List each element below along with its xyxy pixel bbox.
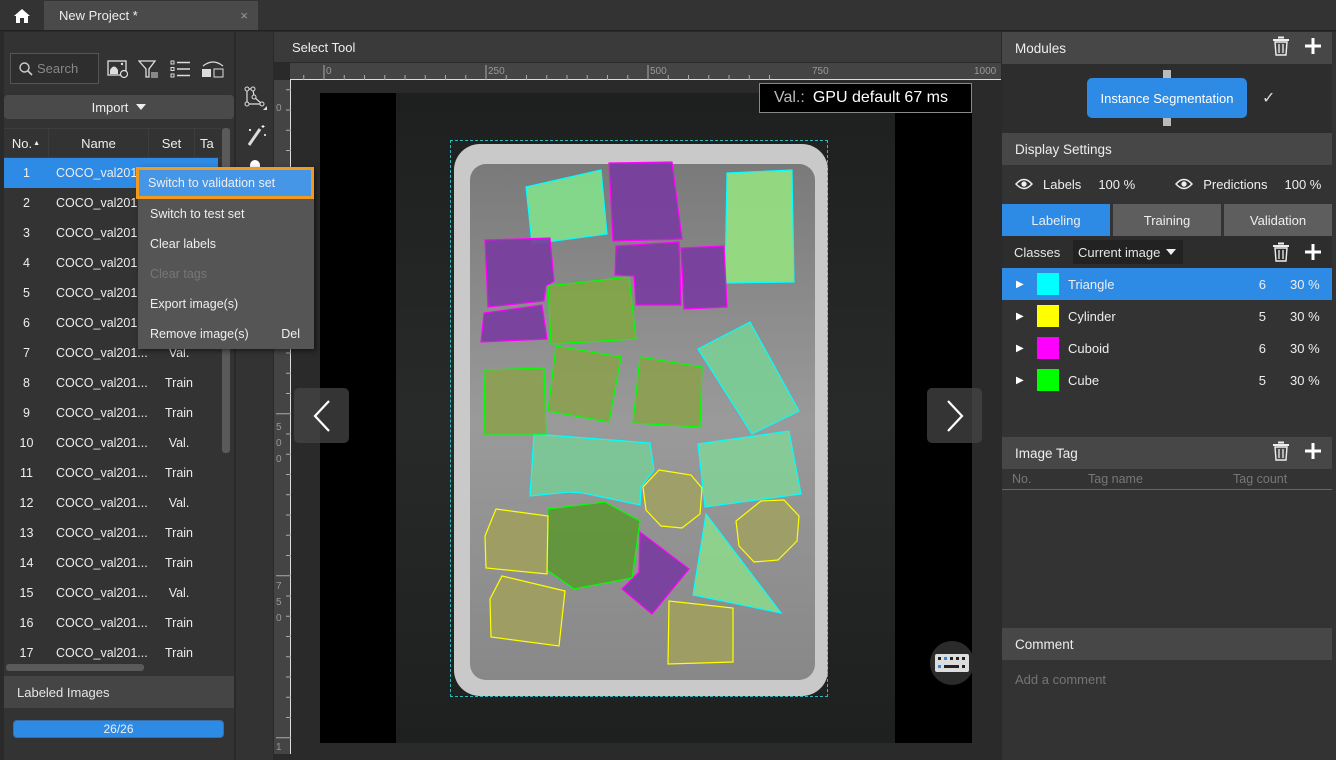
context-menu-item[interactable]: Switch to validation set bbox=[136, 167, 314, 199]
class-percent: 30 % bbox=[1290, 372, 1320, 388]
class-name: Cuboid bbox=[1068, 340, 1110, 356]
modules-title: Modules bbox=[1015, 40, 1067, 56]
classes-label: Classes bbox=[1014, 245, 1061, 260]
add-icon[interactable] bbox=[1304, 441, 1322, 461]
tag-table-header: No. Tag name Tag count bbox=[1002, 470, 1332, 490]
class-color-swatch[interactable] bbox=[1037, 369, 1059, 391]
comment-header: Comment bbox=[1002, 628, 1332, 660]
next-image-button[interactable] bbox=[927, 388, 982, 443]
class-percent: 30 % bbox=[1290, 340, 1320, 356]
tab-labeling[interactable]: Labeling bbox=[1002, 204, 1110, 236]
tag-col-count: Tag count bbox=[1233, 472, 1288, 486]
menu-item-label: Switch to validation set bbox=[148, 176, 276, 190]
menu-item-shortcut: Del bbox=[281, 327, 300, 341]
tab-training[interactable]: Training bbox=[1113, 204, 1221, 236]
tab-validation[interactable]: Validation bbox=[1224, 204, 1332, 236]
menu-item-label: Switch to test set bbox=[150, 207, 245, 221]
chevron-right-icon bbox=[946, 399, 964, 432]
context-menu-item[interactable]: Clear labels bbox=[138, 229, 314, 259]
image-tag-title: Image Tag bbox=[1015, 445, 1078, 461]
class-name: Cylinder bbox=[1068, 308, 1116, 324]
caret-down-icon bbox=[1166, 249, 1177, 255]
display-settings-header: Display Settings bbox=[1002, 133, 1332, 165]
chevron-left-icon bbox=[312, 399, 330, 432]
add-icon[interactable] bbox=[1304, 36, 1322, 56]
predictions-opacity[interactable]: 100 % bbox=[1285, 177, 1322, 192]
comment-title: Comment bbox=[1015, 636, 1074, 652]
prev-image-button[interactable] bbox=[294, 388, 349, 443]
inference-time-badge: Val.: GPU default 67 ms bbox=[759, 83, 972, 113]
labels-label: Labels bbox=[1043, 176, 1082, 192]
class-count: 5 bbox=[1258, 308, 1266, 324]
class-name: Triangle bbox=[1068, 276, 1115, 292]
trash-icon[interactable] bbox=[1272, 441, 1290, 461]
mode-tabs: Labeling Training Validation bbox=[1002, 204, 1332, 236]
predictions-label: Predictions bbox=[1203, 176, 1268, 192]
classes-filter-dropdown[interactable]: Current image bbox=[1073, 240, 1183, 264]
module-connector-bottom bbox=[1163, 118, 1171, 126]
module-instance-segmentation[interactable]: Instance Segmentation bbox=[1087, 78, 1247, 118]
context-menu-item[interactable]: Export image(s) bbox=[138, 289, 314, 319]
expand-arrow-icon[interactable]: ▶ bbox=[1016, 311, 1032, 322]
context-menu-item: Clear tags bbox=[138, 259, 314, 289]
eye-icon[interactable] bbox=[1015, 178, 1033, 190]
context-menu: Switch to validation set Switch to test s… bbox=[136, 167, 314, 349]
expand-arrow-icon[interactable]: ▶ bbox=[1016, 375, 1032, 386]
display-settings-title: Display Settings bbox=[1015, 141, 1112, 157]
labels-opacity[interactable]: 100 % bbox=[1098, 177, 1135, 192]
trash-icon[interactable] bbox=[1272, 242, 1290, 262]
menu-item-label: Remove image(s) bbox=[150, 327, 249, 341]
menu-item-label: Clear labels bbox=[150, 237, 217, 251]
inference-value: GPU default 67 ms bbox=[812, 89, 948, 106]
context-menu-item[interactable]: Remove image(s) Del bbox=[138, 319, 314, 349]
module-connector-top bbox=[1163, 70, 1171, 78]
keyboard-icon bbox=[935, 654, 969, 672]
inference-label: Val.: bbox=[774, 89, 805, 106]
comment-input[interactable] bbox=[1015, 672, 1315, 687]
class-count: 5 bbox=[1258, 372, 1266, 388]
class-row[interactable]: ▶ Triangle 6 30 % bbox=[1002, 268, 1332, 300]
class-color-swatch[interactable] bbox=[1037, 305, 1059, 327]
class-percent: 30 % bbox=[1290, 276, 1320, 292]
class-name: Cube bbox=[1068, 372, 1100, 388]
class-row[interactable]: ▶ Cuboid 6 30 % bbox=[1002, 332, 1332, 364]
class-row[interactable]: ▶ Cube 5 30 % bbox=[1002, 364, 1332, 396]
image-bounds bbox=[450, 140, 828, 697]
trash-icon[interactable] bbox=[1272, 36, 1290, 56]
image-tag-header: Image Tag bbox=[1002, 437, 1332, 469]
expand-arrow-icon[interactable]: ▶ bbox=[1016, 343, 1032, 354]
tag-col-name: Tag name bbox=[1088, 472, 1143, 486]
class-count: 6 bbox=[1258, 340, 1266, 356]
menu-item-label: Export image(s) bbox=[150, 297, 239, 311]
keyboard-shortcuts-button[interactable] bbox=[930, 641, 974, 685]
class-row[interactable]: ▶ Cylinder 5 30 % bbox=[1002, 300, 1332, 332]
eye-icon[interactable] bbox=[1175, 178, 1194, 190]
add-icon[interactable] bbox=[1304, 242, 1322, 262]
display-settings-row: Labels 100 % Predictions 100 % bbox=[1002, 168, 1332, 200]
check-icon: ✓ bbox=[1262, 90, 1276, 107]
class-count: 6 bbox=[1258, 276, 1266, 292]
class-color-swatch[interactable] bbox=[1037, 273, 1059, 295]
class-color-swatch[interactable] bbox=[1037, 337, 1059, 359]
tag-col-no: No. bbox=[1012, 472, 1032, 486]
menu-item-label: Clear tags bbox=[150, 267, 207, 281]
modules-header: Modules bbox=[1002, 32, 1332, 64]
context-menu-item[interactable]: Switch to test set bbox=[138, 199, 314, 229]
class-percent: 30 % bbox=[1290, 308, 1320, 324]
expand-arrow-icon[interactable]: ▶ bbox=[1016, 279, 1032, 290]
classes-filter-value: Current image bbox=[1078, 244, 1161, 260]
